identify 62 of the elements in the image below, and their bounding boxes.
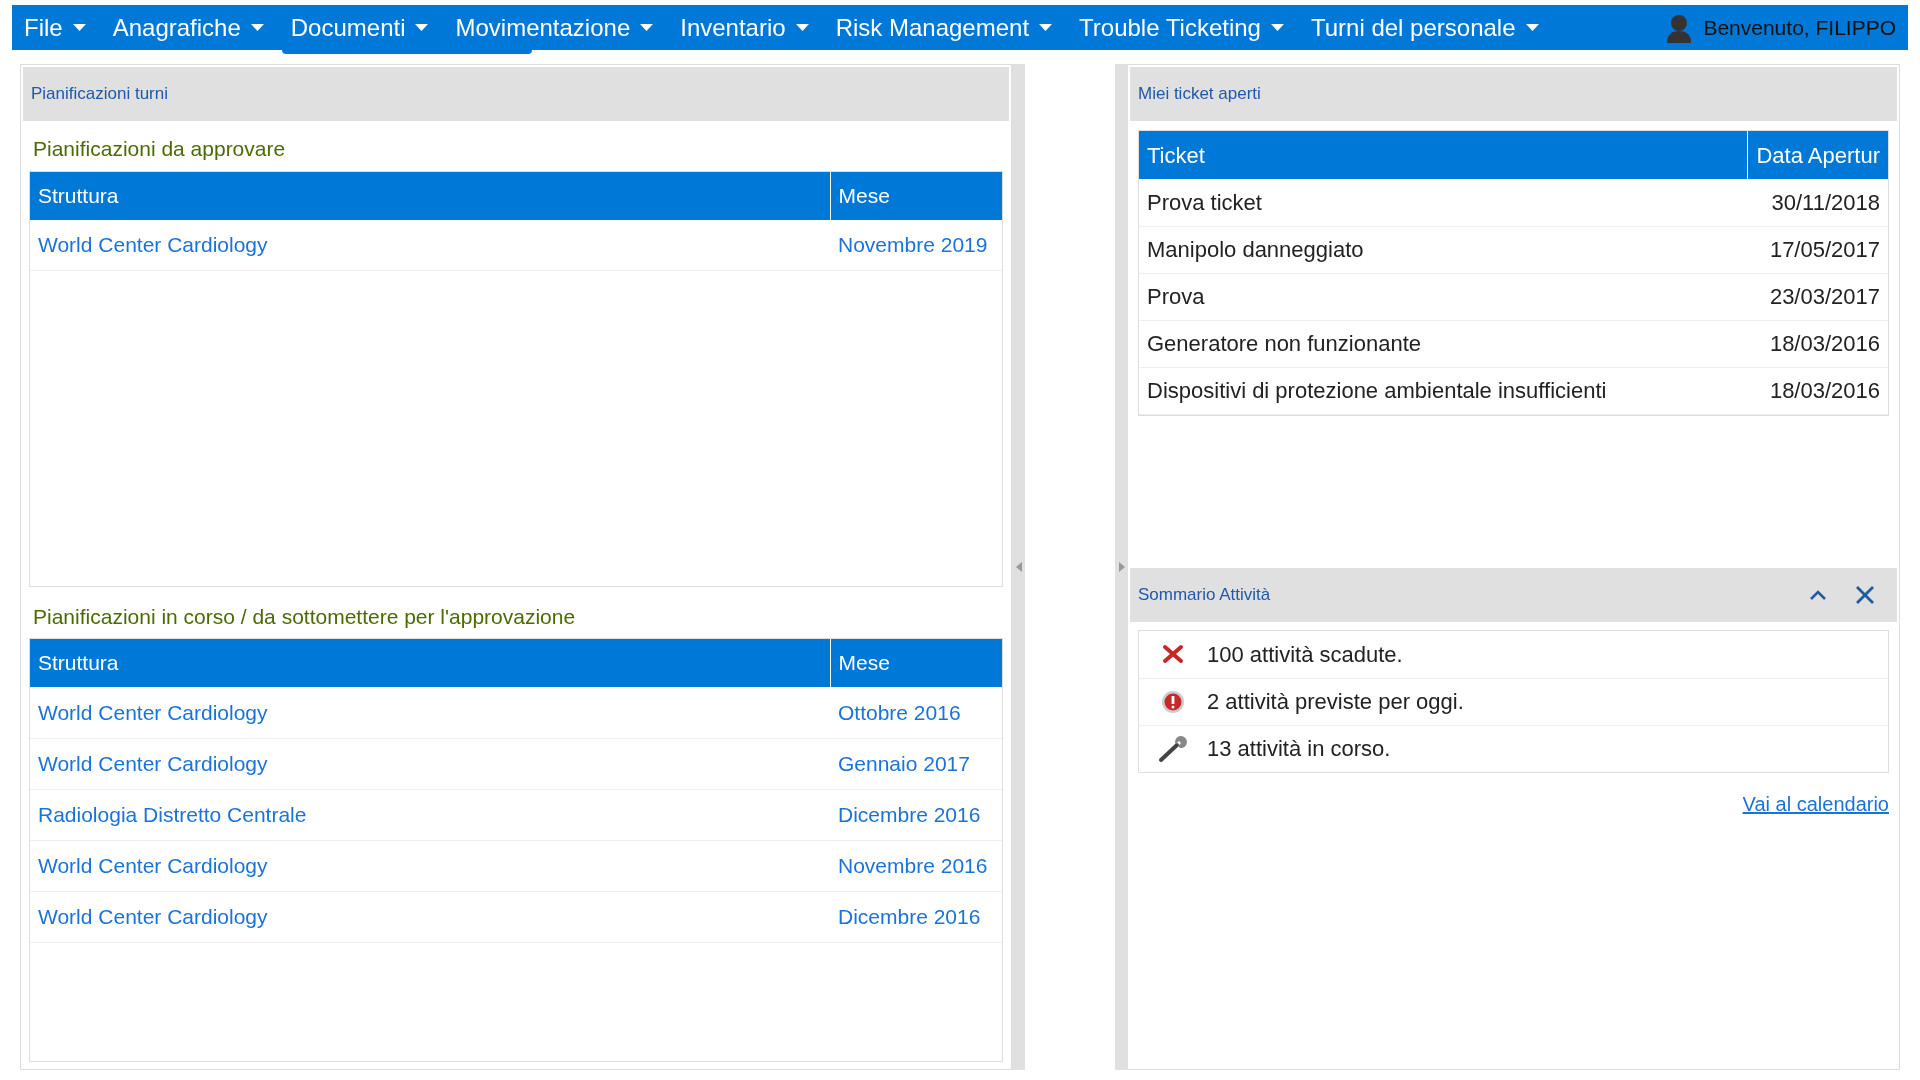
menu-item[interactable]: Inventario <box>680 9 809 46</box>
panel-title: Pianificazioni turni <box>31 83 168 106</box>
table-link[interactable]: Dicembre 2016 <box>838 802 981 826</box>
table-link[interactable]: World Center Cardiology <box>38 233 268 256</box>
table-cell: Generatore non funzionante <box>1139 320 1748 367</box>
collapse-left-icon[interactable] <box>1015 562 1022 572</box>
welcome-text: Benvenuto, FILIPPO <box>1703 14 1896 41</box>
menu-item[interactable]: Risk Management <box>835 9 1053 46</box>
cross-icon <box>1162 644 1184 664</box>
menu-item[interactable]: Anagrafiche <box>112 9 264 46</box>
table-cell: 30/11/2018 <box>1748 179 1888 226</box>
wrench-icon <box>1158 734 1188 763</box>
close-icon[interactable] <box>1855 584 1875 605</box>
column-header: Data Apertur <box>1748 131 1888 179</box>
activity-text: 2 attività previste per oggi. <box>1207 688 1464 716</box>
user-avatar-icon <box>1665 12 1694 43</box>
caret-icon <box>1525 23 1539 32</box>
table-link[interactable]: Novembre 2019 <box>838 233 988 256</box>
activity-text: 13 attività in corso. <box>1207 735 1391 763</box>
collapse-right-icon[interactable] <box>1118 562 1125 572</box>
caret-icon <box>640 23 654 32</box>
table-cell: Prova ticket <box>1139 179 1748 226</box>
column-header: Mese <box>830 639 1002 687</box>
table-cell: 23/03/2017 <box>1748 273 1888 320</box>
table-link[interactable]: Dicembre 2016 <box>838 904 981 928</box>
caret-icon <box>72 23 86 32</box>
table-cell: 18/03/2016 <box>1748 320 1888 367</box>
panel-title: Miei ticket aperti <box>1138 83 1261 106</box>
collapse-icon[interactable] <box>1809 588 1827 601</box>
table-link[interactable]: World Center Cardiology <box>38 904 268 928</box>
table-link[interactable]: Ottobre 2016 <box>838 700 961 724</box>
menu-item[interactable]: Documenti <box>290 9 429 46</box>
section-title: Pianificazioni da approvare <box>32 136 287 162</box>
caret-icon <box>250 23 264 32</box>
table-link[interactable]: World Center Cardiology <box>38 853 268 877</box>
table-link[interactable]: World Center Cardiology <box>38 751 268 775</box>
alert-icon <box>1161 689 1185 714</box>
column-header: Struttura <box>30 639 830 687</box>
table-cell: Manipolo danneggiato <box>1139 226 1748 273</box>
menu-item[interactable]: Turni del personale <box>1310 9 1539 46</box>
menu-item[interactable]: Trouble Ticketing <box>1079 9 1284 46</box>
table-link[interactable]: Novembre 2016 <box>838 853 988 877</box>
menu-item[interactable]: File <box>24 9 86 46</box>
menu-item[interactable]: Movimentazione <box>455 9 654 46</box>
column-header: Struttura <box>30 171 830 220</box>
table-cell: Prova <box>1139 273 1748 320</box>
table-cell: 17/05/2017 <box>1748 226 1888 273</box>
column-header: Mese <box>830 171 1002 220</box>
activity-text: 100 attività scadute. <box>1207 640 1403 669</box>
table-cell: 18/03/2016 <box>1748 367 1888 414</box>
caret-icon <box>1039 23 1053 32</box>
caret-icon <box>415 23 429 32</box>
table-link[interactable]: Radiologia Distretto Centrale <box>38 802 307 826</box>
column-header: Ticket <box>1139 131 1748 179</box>
caret-icon <box>795 23 809 32</box>
calendar-link[interactable]: Vai al calendario <box>1742 788 1889 819</box>
table-link[interactable]: Gennaio 2017 <box>838 751 970 775</box>
panel-title: Sommario Attività <box>1138 583 1271 606</box>
caret-icon <box>1270 23 1284 32</box>
table-link[interactable]: World Center Cardiology <box>38 700 268 724</box>
table-cell: Dispositivi di protezione ambientale insufficienti <box>1139 367 1748 414</box>
section-title: Pianificazioni in corso / da sottomettere per l'approvazione <box>32 603 577 630</box>
